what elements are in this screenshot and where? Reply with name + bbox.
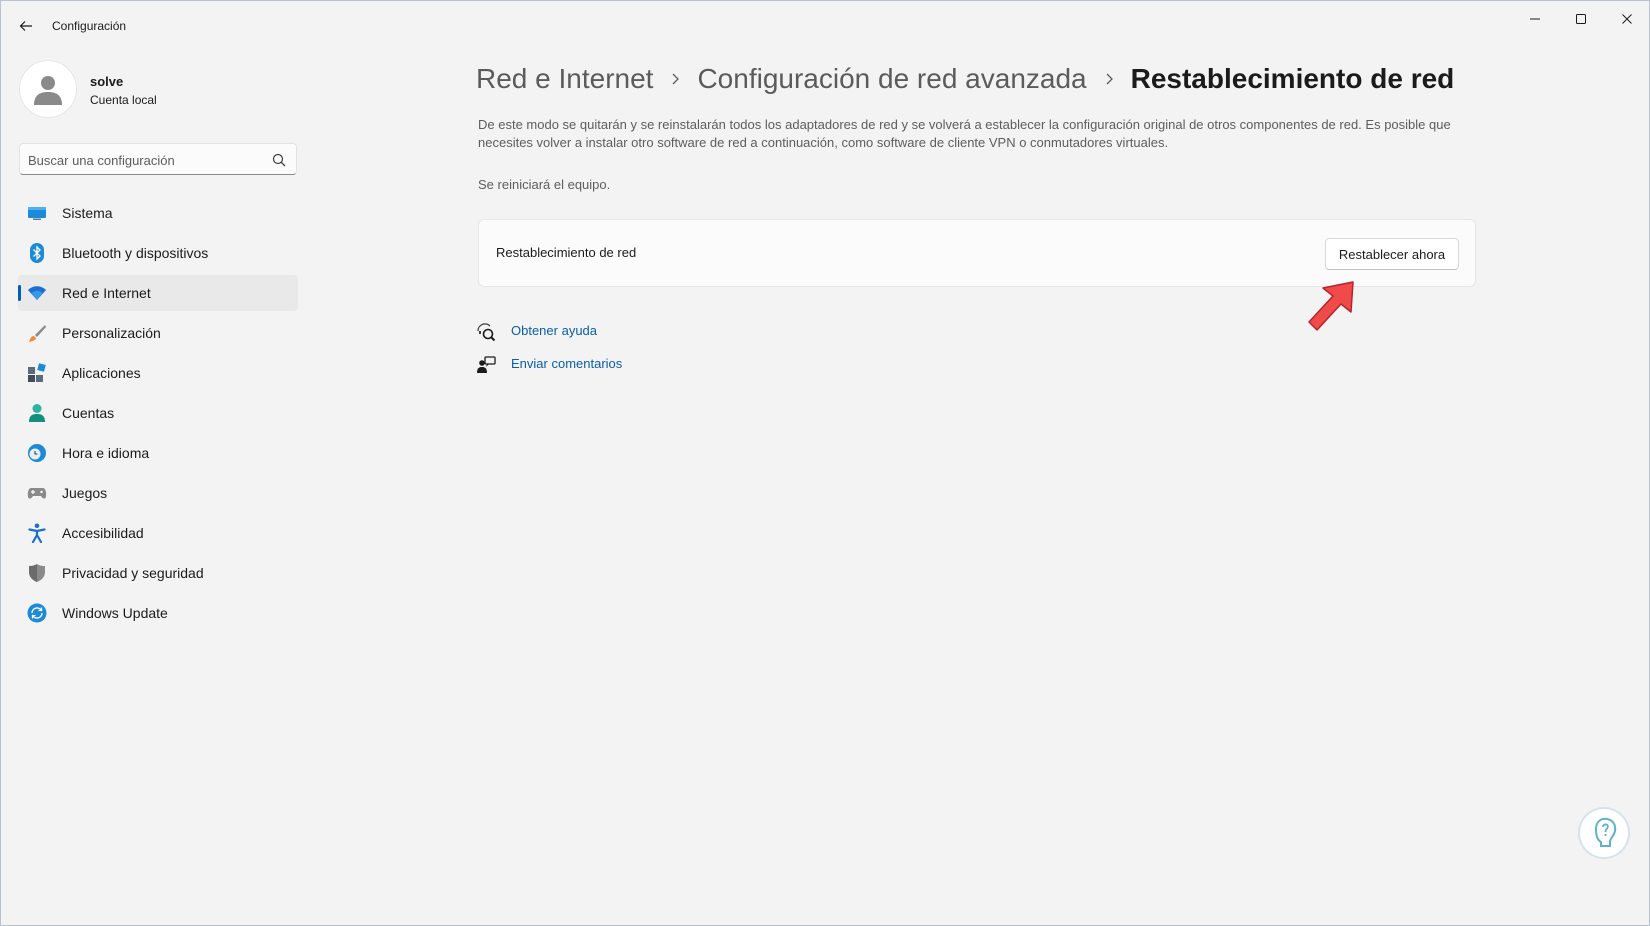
related-links: Obtener ayuda Enviar comentarios — [476, 319, 716, 385]
page-title: Restablecimiento de red — [1130, 63, 1455, 94]
gamepad-icon — [27, 483, 47, 503]
sidebar-item-personalizacion[interactable]: Personalización — [18, 315, 298, 351]
accessibility-icon — [27, 523, 47, 543]
sidebar-item-red-internet[interactable]: Red e Internet — [18, 275, 298, 311]
breadcrumb-item-config-avanzada[interactable]: Configuración de red avanzada — [697, 63, 1086, 95]
get-help-link-row[interactable]: Obtener ayuda — [476, 319, 716, 352]
network-reset-card: Restablecimiento de red Restablecer ahor… — [478, 219, 1476, 287]
close-icon — [1622, 14, 1632, 24]
apps-icon — [27, 363, 47, 383]
sidebar-item-label: Aplicaciones — [62, 365, 141, 381]
maximize-icon — [1576, 14, 1586, 24]
back-button[interactable] — [15, 15, 37, 37]
get-help-link[interactable]: Obtener ayuda — [511, 323, 597, 338]
bluetooth-icon — [27, 243, 47, 263]
avatar[interactable] — [19, 60, 77, 118]
shield-icon — [27, 563, 47, 583]
sidebar-item-label: Accesibilidad — [62, 525, 144, 541]
send-feedback-link-row[interactable]: Enviar comentarios — [476, 352, 716, 385]
search-input[interactable] — [28, 150, 258, 170]
chevron-right-icon — [1087, 59, 1131, 99]
chevron-right-icon — [653, 59, 697, 99]
sidebar-item-label: Bluetooth y dispositivos — [62, 245, 209, 261]
breadcrumb-item-red-internet[interactable]: Red e Internet — [476, 63, 653, 95]
sidebar-item-hora-idioma[interactable]: Hora e idioma — [18, 435, 298, 471]
help-icon — [477, 323, 496, 342]
sidebar-item-accesibilidad[interactable]: Accesibilidad — [18, 515, 298, 551]
minimize-icon — [1530, 18, 1540, 20]
maximize-button[interactable] — [1561, 7, 1601, 31]
sidebar-item-label: Red e Internet — [62, 285, 151, 301]
sidebar-item-label: Juegos — [62, 485, 108, 501]
sidebar-item-windows-update[interactable]: Windows Update — [18, 595, 298, 631]
sidebar-item-label: Hora e idioma — [62, 445, 150, 461]
feedback-icon — [477, 356, 496, 373]
send-feedback-link[interactable]: Enviar comentarios — [511, 356, 622, 371]
title-bar: Configuración — [1, 1, 1649, 49]
user-silhouette-icon — [34, 76, 62, 105]
sidebar-item-label: Windows Update — [62, 605, 168, 621]
profile-account-type: Cuenta local — [90, 93, 157, 107]
update-icon — [27, 603, 47, 623]
restart-note: Se reiniciará el equipo. — [478, 177, 611, 192]
sidebar-item-sistema[interactable]: Sistema — [18, 195, 298, 231]
watermark-logo — [1578, 807, 1630, 859]
close-button[interactable] — [1607, 7, 1647, 31]
sidebar-item-privacidad[interactable]: Privacidad y seguridad — [18, 555, 298, 591]
reset-now-button[interactable]: Restablecer ahora — [1325, 238, 1459, 270]
sidebar-nav: Sistema Bluetooth y dispositivos Red e I… — [18, 195, 298, 635]
annotation-arrow-icon — [1308, 281, 1354, 331]
search-box[interactable] — [19, 143, 297, 175]
minimize-button[interactable] — [1515, 7, 1555, 31]
sidebar-item-bluetooth[interactable]: Bluetooth y dispositivos — [18, 235, 298, 271]
monitor-icon — [27, 203, 47, 223]
settings-window: Configuración solve Cuenta local Buscar … — [0, 0, 1650, 926]
sidebar-item-juegos[interactable]: Juegos — [18, 475, 298, 511]
sidebar-item-label: Sistema — [62, 205, 113, 221]
search-icon[interactable] — [271, 152, 287, 168]
sidebar-item-label: Privacidad y seguridad — [62, 565, 204, 581]
back-arrow-icon — [19, 21, 32, 31]
sidebar-item-aplicaciones[interactable]: Aplicaciones — [18, 355, 298, 391]
sidebar-item-label: Cuentas — [62, 405, 115, 421]
person-icon — [27, 403, 47, 423]
page-description: De este modo se quitarán y se reinstalar… — [478, 117, 1451, 150]
breadcrumb: Red e Internet Configuración de red avan… — [476, 59, 1454, 99]
wifi-icon — [27, 283, 47, 303]
brush-icon — [27, 323, 47, 343]
app-title: Configuración — [52, 19, 127, 33]
globe-clock-icon — [27, 443, 47, 463]
card-label: Restablecimiento de red — [496, 245, 637, 260]
watermark-head-icon — [1594, 817, 1617, 847]
sidebar-item-label: Personalización — [62, 325, 161, 341]
sidebar-item-cuentas[interactable]: Cuentas — [18, 395, 298, 431]
profile-name: solve — [90, 74, 124, 89]
